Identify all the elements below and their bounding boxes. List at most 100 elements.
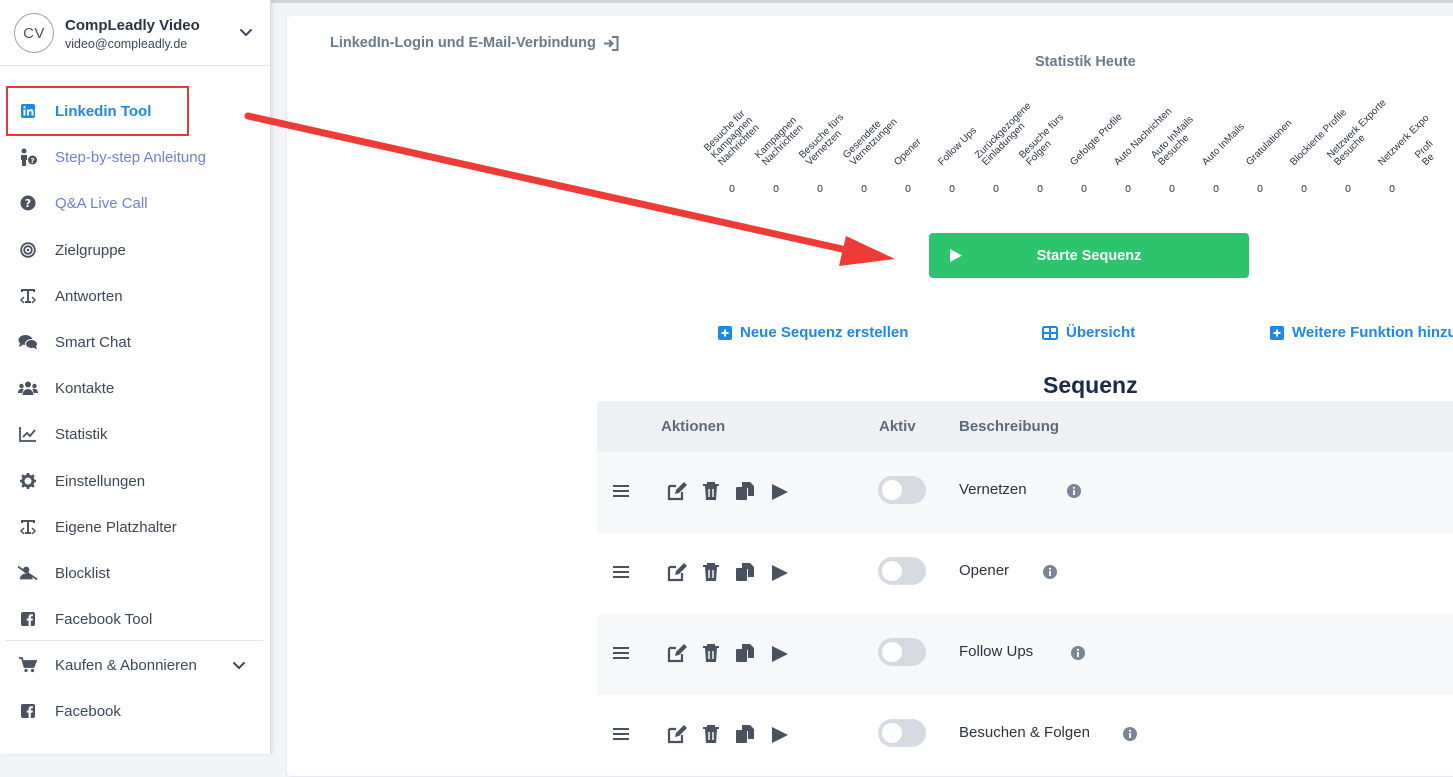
sidebar-item-kaufen-abonnieren[interactable]: Kaufen & Abonnieren xyxy=(0,645,270,685)
edit-icon[interactable] xyxy=(667,724,687,744)
copy-icon[interactable] xyxy=(735,481,755,501)
edit-icon[interactable] xyxy=(667,562,687,582)
chevron-down-icon[interactable] xyxy=(232,658,246,672)
copy-icon[interactable] xyxy=(735,562,755,582)
stat-value: 0 xyxy=(949,183,955,195)
start-sequence-label: Starte Sequenz xyxy=(1036,247,1142,264)
sidebar-item-zielgruppe[interactable]: Zielgruppe xyxy=(0,230,270,270)
sequence-description: Besuchen & Folgen xyxy=(959,724,1090,741)
sidebar-item-linkedin-tool[interactable]: Linkedin Tool xyxy=(0,91,270,131)
info-icon[interactable] xyxy=(1067,484,1081,498)
new-sequence-link[interactable]: Neue Sequenz erstellen xyxy=(718,324,908,341)
table-grid-icon xyxy=(1042,325,1058,340)
sidebar-item-label: Step-by-step Anleitung xyxy=(55,148,206,166)
copy-icon[interactable] xyxy=(735,643,755,663)
stat-value: 0 xyxy=(905,183,911,195)
sidebar-item-statistik[interactable]: Statistik xyxy=(0,414,270,454)
sidebar-item-facebook-tool[interactable]: Facebook Tool xyxy=(0,599,270,639)
trash-icon[interactable] xyxy=(702,724,720,744)
table-row: Vernetzen xyxy=(597,452,1453,534)
more-functions-label: Weitere Funktion hinzu xyxy=(1292,324,1453,341)
person-question-icon: ? xyxy=(18,147,38,167)
question-circle-icon: ? xyxy=(18,193,38,213)
new-sequence-label: Neue Sequenz erstellen xyxy=(740,324,909,341)
linkedin-icon xyxy=(18,101,38,121)
stat-value: 0 xyxy=(993,183,999,195)
avatar: CV xyxy=(14,13,54,53)
trash-icon[interactable] xyxy=(702,481,720,501)
top-border xyxy=(271,0,1453,3)
sidebar-item-label: Eigene Platzhalter xyxy=(55,518,177,536)
overview-label: Übersicht xyxy=(1066,324,1136,341)
sidebar-item-label: Facebook xyxy=(55,702,121,720)
sidebar-item-step-by-step[interactable]: ? Step-by-step Anleitung xyxy=(0,137,270,177)
profile-header[interactable]: CV CompLeadly Video video@compleadly.de xyxy=(0,0,270,66)
sidebar-item-eigene-platzhalter[interactable]: Eigene Platzhalter xyxy=(0,507,270,547)
active-toggle[interactable] xyxy=(878,719,926,747)
info-icon[interactable] xyxy=(1071,646,1085,660)
drag-handle-icon[interactable] xyxy=(612,484,630,498)
edit-icon[interactable] xyxy=(667,481,687,501)
overview-link[interactable]: Übersicht xyxy=(1042,324,1135,341)
table-row: Opener xyxy=(597,533,1453,615)
line-chart-icon xyxy=(18,424,38,444)
stat-value: 0 xyxy=(1169,183,1175,195)
stat-value: 0 xyxy=(1037,183,1043,195)
column-header-actions: Aktionen xyxy=(661,418,726,435)
sidebar-item-smart-chat[interactable]: Smart Chat xyxy=(0,322,270,362)
svg-text:?: ? xyxy=(25,197,31,210)
more-functions-link[interactable]: Weitere Funktion hinzu xyxy=(1270,324,1453,341)
cart-icon xyxy=(18,655,38,675)
column-header-active: Aktiv xyxy=(879,418,916,435)
sidebar-item-blocklist[interactable]: Blocklist xyxy=(0,553,270,593)
stat-value: 0 xyxy=(1257,183,1263,195)
trash-icon[interactable] xyxy=(702,562,720,582)
sidebar-item-facebook[interactable]: Facebook xyxy=(0,691,270,731)
sequence-title: Sequenz xyxy=(1043,372,1138,398)
play-icon[interactable] xyxy=(771,564,789,582)
start-sequence-button[interactable]: Starte Sequenz xyxy=(929,233,1249,278)
plus-square-icon xyxy=(718,325,732,340)
stat-value: 0 xyxy=(1301,183,1307,195)
sidebar-item-label: Antworten xyxy=(55,287,123,305)
login-link-label: LinkedIn-Login und E-Mail-Verbindung xyxy=(330,35,596,51)
facebook-icon xyxy=(18,609,38,629)
sidebar-item-label: Statistik xyxy=(55,425,108,443)
sidebar-item-label: Kontakte xyxy=(55,379,115,397)
stat-value: 0 xyxy=(1389,183,1395,195)
sidebar-divider xyxy=(6,640,263,641)
sidebar-item-label: Zielgruppe xyxy=(55,241,126,259)
drag-handle-icon[interactable] xyxy=(612,727,630,741)
trash-icon[interactable] xyxy=(702,643,720,663)
target-icon xyxy=(18,240,38,260)
text-cursor-icon xyxy=(18,286,38,306)
gear-icon xyxy=(18,471,38,491)
sidebar-item-label: Kaufen & Abonnieren xyxy=(55,656,197,674)
sidebar-item-kontakte[interactable]: Kontakte xyxy=(0,368,270,408)
drag-handle-icon[interactable] xyxy=(612,646,630,660)
sidebar-item-label: Einstellungen xyxy=(55,472,146,490)
play-icon[interactable] xyxy=(771,483,789,501)
svg-text:?: ? xyxy=(30,157,34,165)
info-icon[interactable] xyxy=(1043,565,1057,579)
stats-title: Statistik Heute xyxy=(1035,54,1136,70)
sidebar-item-qa-live-call[interactable]: ? Q&A Live Call xyxy=(0,183,270,223)
sidebar-item-antworten[interactable]: Antworten xyxy=(0,276,270,316)
active-toggle[interactable] xyxy=(878,557,926,585)
active-toggle[interactable] xyxy=(878,638,926,666)
chevron-down-icon[interactable] xyxy=(238,24,254,40)
text-cursor-icon xyxy=(18,517,38,537)
drag-handle-icon[interactable] xyxy=(612,565,630,579)
info-icon[interactable] xyxy=(1123,727,1137,741)
sidebar-item-einstellungen[interactable]: Einstellungen xyxy=(0,461,270,501)
active-toggle[interactable] xyxy=(878,476,926,504)
edit-icon[interactable] xyxy=(667,643,687,663)
sidebar-item-label: Blocklist xyxy=(55,564,111,582)
stat-value: 0 xyxy=(773,183,779,195)
play-icon[interactable] xyxy=(771,726,789,744)
sequence-description: Vernetzen xyxy=(959,481,1027,498)
copy-icon[interactable] xyxy=(735,724,755,744)
play-icon[interactable] xyxy=(771,645,789,663)
linkedin-login-link[interactable]: LinkedIn-Login und E-Mail-Verbindung xyxy=(330,35,619,51)
sidebar-item-label: Facebook Tool xyxy=(55,610,153,628)
